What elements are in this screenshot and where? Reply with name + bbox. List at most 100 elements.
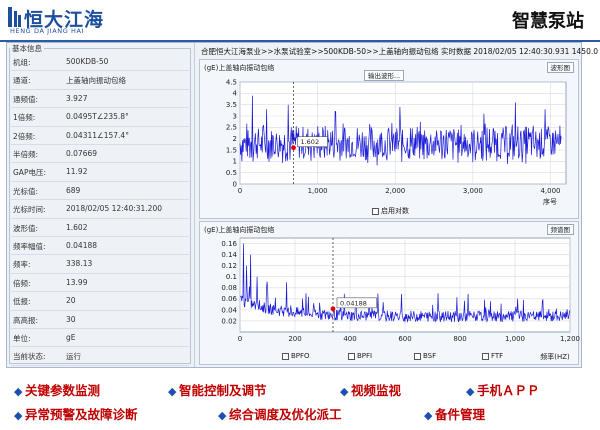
- waveform-image-button[interactable]: 波形图: [546, 62, 574, 73]
- y-tick-label: 0.08: [221, 284, 237, 292]
- info-row-label: GAP电压:: [13, 168, 46, 178]
- cursor-marker: [291, 145, 296, 151]
- y-tick-label: 0.12: [221, 262, 237, 270]
- info-row-label: 倍频:: [13, 278, 31, 288]
- info-row-value: gE: [66, 333, 76, 342]
- info-row: 半倍频: 0.07669: [11, 145, 189, 164]
- diamond-bullet-icon: ◆: [218, 409, 227, 422]
- info-row: 机组: 500KDB-50: [11, 53, 189, 72]
- filter-checkbox-row: BPFO BPFI BSF FTF: [200, 352, 580, 364]
- feature-item: ◆ 关键参数监测: [14, 380, 100, 399]
- checkbox-box-icon: [414, 352, 421, 360]
- y-tick-label: 4.5: [226, 78, 237, 86]
- x-tick-label: 200: [288, 335, 301, 343]
- x-tick-label: 400: [343, 335, 356, 343]
- feature-list: ◆ 关键参数监测 ◆ 智能控制及调节 ◆ 视频监视 ◆ 手机ＡＰＰ ◆ 异常预警及故障诊断…: [0, 372, 600, 430]
- log-scale-row: 启用对数: [200, 206, 580, 218]
- y-tick-label: 3: [233, 112, 237, 120]
- filter-bpfo-label: BPFO: [291, 352, 310, 360]
- x-tick-label: 3,000: [463, 187, 483, 195]
- info-row-value: 30: [66, 314, 76, 324]
- checkbox-box-icon: [348, 352, 355, 360]
- export-waveform-button[interactable]: 输出波形...: [364, 70, 405, 81]
- info-row-value: 2018/02/05 12:40:31.200: [66, 204, 162, 214]
- info-row-label: 通道:: [13, 76, 31, 86]
- waveform-panel: 0 0.5 1 1.5 2 2.5 3 3.5 4 4.5 0 1,000 2,000 3,000 4,00…: [199, 59, 579, 219]
- filter-bpfi-label: BPFI: [357, 352, 373, 360]
- info-row: 频率: 338.13: [11, 255, 189, 274]
- info-row-value: 689: [66, 185, 81, 195]
- filter-bpfi-checkbox[interactable]: BPFI: [348, 352, 372, 360]
- y-tick-label: 0.04: [221, 306, 237, 314]
- info-row-value: 1.602: [66, 222, 88, 232]
- info-row-value: 运行: [66, 352, 81, 362]
- x-tick-label: 1,200: [560, 335, 580, 343]
- info-row-value: 500KDB-50: [66, 57, 109, 66]
- info-row-value: 11.92: [66, 167, 88, 177]
- info-row: 波形值: 1.602: [11, 219, 189, 237]
- y-tick-label: 0: [233, 180, 237, 188]
- info-row-value: 0.07669: [66, 149, 98, 158]
- x-tick-label: 800: [453, 335, 466, 343]
- y-tick-label: 0.1: [226, 273, 237, 281]
- info-row-value: 3.927: [66, 93, 88, 103]
- y-tick-label: 1: [233, 158, 237, 166]
- logo-name-en: HENG DA JIANG HAI: [10, 27, 85, 35]
- feature-item: ◆ 异常预警及故障诊断: [14, 404, 138, 423]
- feature-label: 综合调度及优化派工: [229, 407, 342, 422]
- cursor-label: 0.04188: [340, 299, 367, 307]
- y-tick-label: 2.5: [226, 124, 237, 132]
- x-tick-label: 1,000: [308, 187, 328, 195]
- logo-mark-icon: [8, 7, 21, 27]
- info-row: 高高报: 30: [11, 311, 189, 329]
- info-row: 光标时间: 2018/02/05 12:40:31.200: [11, 200, 189, 219]
- info-row-label: 单位:: [13, 334, 31, 343]
- y-tick-label: 0.5: [226, 169, 237, 177]
- filter-bpfo-checkbox[interactable]: BPFO: [282, 352, 310, 360]
- info-row-label: 低报:: [13, 297, 31, 307]
- info-row-value: 0.0495T∠235.8°: [66, 112, 129, 122]
- x-tick-label: 600: [398, 335, 411, 343]
- filter-ftf-checkbox[interactable]: FTF: [482, 352, 503, 360]
- y-tick-label: 0.16: [221, 240, 237, 248]
- spectrum-image-button[interactable]: 频谱图: [546, 224, 574, 235]
- info-row: GAP电压: 11.92: [11, 163, 189, 182]
- diamond-bullet-icon: ◆: [14, 409, 23, 422]
- waveform-chart[interactable]: 0 0.5 1 1.5 2 2.5 3 3.5 4 4.5 0 1,000 2,000 3,000 4,00…: [200, 60, 580, 220]
- feature-label: 关键参数监测: [25, 383, 101, 398]
- info-row-label: 机组:: [13, 58, 31, 67]
- info-row-value: 上盖轴向振动包络: [66, 76, 126, 86]
- breadcrumb: 合肥恒大江海泵业>>水泵试验室>>500KDB-50>>上盖轴向振动包络 实时数…: [201, 47, 600, 56]
- y-tick-label: 3.5: [226, 101, 237, 109]
- y-tick-label: 0.14: [221, 251, 237, 259]
- log-scale-label: 启用对数: [381, 207, 409, 215]
- info-row-label: 1倍频:: [13, 113, 36, 123]
- info-row: 通频值: 3.927: [11, 90, 189, 109]
- y-tick-label: 2: [233, 135, 237, 143]
- info-row-value: 13.99: [66, 277, 88, 287]
- info-row-label: 半倍频:: [13, 150, 39, 159]
- info-row-label: 高高报:: [13, 315, 39, 325]
- log-scale-checkbox[interactable]: 启用对数: [372, 206, 409, 216]
- info-row: 倍频: 13.99: [11, 274, 189, 293]
- info-row-value: 0.04188: [66, 241, 98, 250]
- diamond-bullet-icon: ◆: [14, 385, 23, 398]
- feature-label: 备件管理: [435, 407, 486, 422]
- y-tick-label: 1.5: [226, 146, 237, 154]
- info-row: 当前状态: 运行: [11, 347, 189, 366]
- filter-bsf-label: BSF: [423, 352, 437, 360]
- info-row: 光标值: 689: [11, 182, 189, 201]
- info-row-label: 通频值:: [13, 94, 39, 104]
- x-tick-label: 0: [238, 187, 242, 195]
- filter-bsf-checkbox[interactable]: BSF: [414, 352, 436, 360]
- chart-area: 合肥恒大江海泵业>>水泵试验室>>500KDB-50>>上盖轴向振动包络 实时数…: [197, 43, 600, 367]
- info-row-label: 光标值:: [13, 186, 39, 196]
- info-row-value: 20: [66, 296, 76, 306]
- checkbox-box-icon: [372, 207, 379, 215]
- feature-item: ◆ 备件管理: [424, 404, 485, 423]
- spectrum-chart[interactable]: 0.02 0.04 0.06 0.08 0.1 0.12 0.14 0.16 0 200 400 60…: [200, 222, 580, 366]
- feature-label: 手机ＡＰＰ: [477, 383, 540, 398]
- cursor-marker: [330, 306, 336, 312]
- monitor-window: 基本信息 机组: 500KDB-50 通道: 上盖轴向振动包络 通频值: 3.927 1倍频…: [6, 42, 600, 368]
- info-row-label: 2倍频:: [13, 131, 36, 141]
